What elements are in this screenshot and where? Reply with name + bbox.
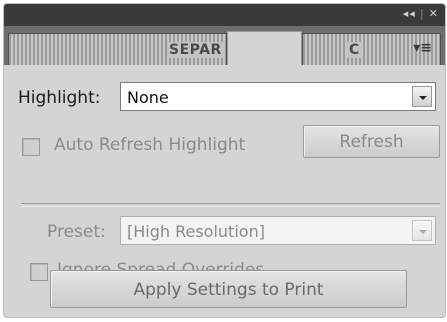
auto-refresh-checkbox[interactable] <box>22 138 40 156</box>
highlight-dropdown-button[interactable] <box>412 86 432 107</box>
apply-settings-to-print-button[interactable]: Apply Settings to Print <box>50 270 407 308</box>
preset-value: [High Resolution] <box>127 222 265 241</box>
collapse-icon[interactable]: ◂◂ <box>403 7 416 20</box>
close-icon[interactable]: ✕ <box>429 7 439 20</box>
titlebar-separator: | <box>419 7 425 20</box>
highlight-value: None <box>127 88 169 107</box>
section-divider <box>21 203 440 207</box>
tab-separations[interactable]: SEPAR <box>8 33 227 65</box>
tab-collapsed[interactable]: C ▾≡ <box>302 33 441 65</box>
refresh-button[interactable]: Refresh <box>303 125 440 158</box>
ignore-spread-overrides-checkbox[interactable] <box>30 263 48 281</box>
tab-active[interactable] <box>227 31 302 65</box>
preset-dropdown-button[interactable] <box>412 220 432 241</box>
tab-separations-label: SEPAR <box>167 42 224 58</box>
panel-tabbar: SEPAR C ▾≡ <box>4 26 445 65</box>
panel-menu-icon[interactable]: ▾≡ <box>413 40 432 56</box>
titlebar-controls: ◂◂ | ✕ <box>399 7 439 20</box>
preset-label: Preset: <box>47 222 106 242</box>
highlight-dropdown[interactable]: None <box>120 82 436 111</box>
chevron-down-icon <box>419 96 427 100</box>
tab-collapsed-label: C <box>347 42 362 58</box>
highlight-label: Highlight: <box>18 88 101 108</box>
separations-preview-panel: ◂◂ | ✕ SEPAR C ▾≡ Highlight: None Auto Ref… <box>4 4 445 317</box>
panel-titlebar: ◂◂ | ✕ <box>4 4 445 26</box>
apply-settings-to-print-label: Apply Settings to Print <box>133 280 324 300</box>
preset-dropdown[interactable]: [High Resolution] <box>120 216 436 245</box>
auto-refresh-label: Auto Refresh Highlight <box>54 135 246 155</box>
refresh-button-label: Refresh <box>339 132 404 152</box>
chevron-down-icon <box>419 230 427 234</box>
